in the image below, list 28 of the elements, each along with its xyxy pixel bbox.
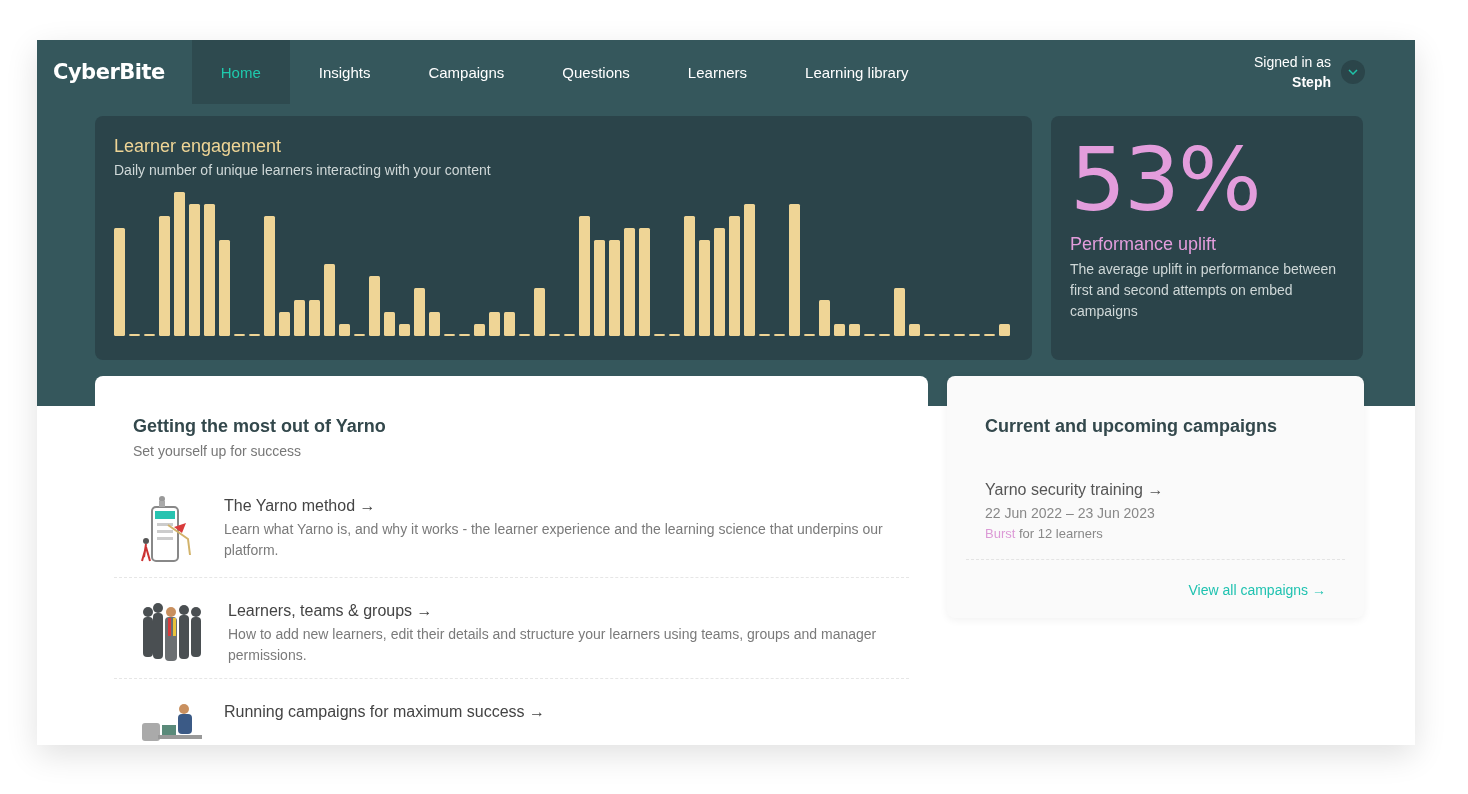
uplift-title: Performance uplift bbox=[1070, 234, 1218, 255]
card-subtitle: Daily number of unique learners interacting with your content bbox=[114, 162, 492, 178]
signed-in-caption: Signed in as bbox=[1253, 53, 1331, 72]
nav-tab[interactable]: Insights bbox=[289, 40, 400, 104]
nav-tab[interactable]: Learning library bbox=[776, 40, 938, 104]
campaign-dates: 22 Jun 2022 – 23 Jun 2023 bbox=[985, 505, 1156, 521]
brand-logo[interactable]: CyberBite bbox=[53, 60, 165, 84]
nav-tab[interactable]: Learners bbox=[658, 40, 777, 104]
chevron-down-icon bbox=[1348, 69, 1358, 75]
guide-link[interactable]: Running campaigns for maximum success → bbox=[224, 703, 545, 721]
nav-tab[interactable]: Home bbox=[191, 40, 290, 104]
card-title: Current and upcoming campaigns bbox=[984, 416, 1279, 437]
nav-tab[interactable]: Questions bbox=[533, 40, 659, 104]
card-title: Learner engagement bbox=[114, 136, 283, 157]
guide-description: How to add new learners, edit their details and structure your learners using teams, groups and manager permissions. bbox=[228, 625, 878, 665]
uplift-value: 53% bbox=[1070, 132, 1261, 228]
card-title: Getting the most out of Yarno bbox=[132, 416, 387, 437]
guide-link[interactable]: Learners, teams & groups → bbox=[228, 602, 909, 620]
account-menu-button[interactable] bbox=[1341, 60, 1365, 84]
card-subtitle: Set yourself up for success bbox=[132, 443, 303, 459]
nav-tab[interactable]: Campaigns bbox=[399, 40, 534, 104]
campaign-type: Burst bbox=[985, 526, 1016, 541]
guide-description: Learn what Yarno is, and why it works - the learner experience and the learning science that underpins our platform. bbox=[224, 520, 884, 560]
campaign-audience: for 12 learners bbox=[1018, 526, 1103, 541]
uplift-description: The average uplift in performance between first and second attempts on embed campaigns bbox=[1070, 260, 1338, 321]
user-name: Steph bbox=[1292, 73, 1331, 92]
guide-link[interactable]: The Yarno method → bbox=[224, 497, 909, 515]
campaign-link[interactable]: Yarno security training → bbox=[985, 481, 1326, 499]
